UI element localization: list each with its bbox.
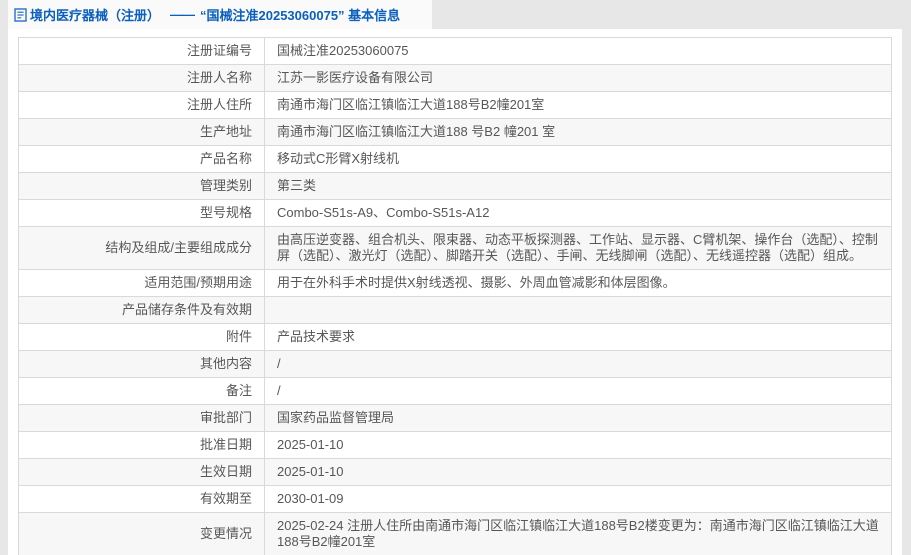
row-label-text: 审批部门 [200, 410, 252, 425]
row-label: 有效期至 [19, 486, 265, 513]
row-label-text: 结构及组成/主要组成成分 [105, 240, 252, 255]
table-row: 结构及组成/主要组成成分 由高压逆变器、组合机头、限束器、动态平板探测器、工作站… [19, 227, 892, 270]
row-label-text: 注册人住所 [187, 97, 252, 112]
row-label: 注册人住所 [19, 92, 265, 119]
table-row: 管理类别 第三类 [19, 173, 892, 200]
row-value: 江苏一影医疗设备有限公司 [265, 65, 892, 92]
row-label-text: 型号规格 [200, 205, 252, 220]
content-panel: 注册证编号 国械注准20253060075 注册人名称 江苏一影医疗设备有限公司… [8, 29, 902, 555]
row-label-text: 注册证编号 [187, 43, 252, 58]
row-value: Combo-S51s-A9、Combo-S51s-A12 [265, 200, 892, 227]
header-title: “国械注准20253060075” 基本信息 [200, 5, 400, 24]
document-icon [14, 8, 27, 22]
table-row: 产品名称 移动式C形臂X射线机 [19, 146, 892, 173]
row-label: 批准日期 [19, 432, 265, 459]
row-value: 南通市海门区临江镇临江大道188号B2幢201室 [265, 92, 892, 119]
table-row: 产品储存条件及有效期 [19, 297, 892, 324]
row-label-text: 管理类别 [200, 178, 252, 193]
row-value: 移动式C形臂X射线机 [265, 146, 892, 173]
row-label: 生效日期 [19, 459, 265, 486]
table-row: 审批部门 国家药品监督管理局 [19, 405, 892, 432]
row-value: 第三类 [265, 173, 892, 200]
row-value: / [265, 378, 892, 405]
table-row: 备注 / [19, 378, 892, 405]
row-label-text: 批准日期 [200, 437, 252, 452]
row-value: / [265, 351, 892, 378]
row-label-text: 生效日期 [200, 464, 252, 479]
row-label: 附件 [19, 324, 265, 351]
table-row: 变更情况 2025-02-24 注册人住所由南通市海门区临江镇临江大道188号B… [19, 513, 892, 555]
header-separator: —— [170, 7, 194, 22]
row-label-text: 注册人名称 [187, 70, 252, 85]
table-row: 型号规格 Combo-S51s-A9、Combo-S51s-A12 [19, 200, 892, 227]
row-label: 变更情况 [19, 513, 265, 555]
row-label: 型号规格 [19, 200, 265, 227]
row-label: 其他内容 [19, 351, 265, 378]
table-row: 有效期至 2030-01-09 [19, 486, 892, 513]
table-row: 生产地址 南通市海门区临江镇临江大道188 号B2 幢201 室 [19, 119, 892, 146]
row-label-text: 有效期至 [200, 491, 252, 506]
header-category: 境内医疗器械（注册） [30, 5, 160, 24]
table-row: 生效日期 2025-01-10 [19, 459, 892, 486]
row-label-text: 适用范围/预期用途 [144, 275, 252, 290]
table-row: 附件 产品技术要求 [19, 324, 892, 351]
page: 境内医疗器械（注册） —— “国械注准20253060075” 基本信息 注册证… [0, 0, 911, 555]
row-value: 国家药品监督管理局 [265, 405, 892, 432]
row-value [265, 297, 892, 324]
row-label: 生产地址 [19, 119, 265, 146]
row-label: 管理类别 [19, 173, 265, 200]
row-label-text: 其他内容 [200, 356, 252, 371]
row-label-text: 产品储存条件及有效期 [122, 302, 252, 317]
row-value: 由高压逆变器、组合机头、限束器、动态平板探测器、工作站、显示器、C臂机架、操作台… [265, 227, 892, 270]
table-row: 批准日期 2025-01-10 [19, 432, 892, 459]
row-value: 国械注准20253060075 [265, 38, 892, 65]
row-label: 适用范围/预期用途 [19, 270, 265, 297]
row-label-text: 变更情况 [200, 526, 252, 541]
header-bar: 境内医疗器械（注册） —— “国械注准20253060075” 基本信息 [8, 0, 432, 29]
row-label-text: 备注 [226, 383, 252, 398]
row-label: 备注 [19, 378, 265, 405]
row-value: 2025-01-10 [265, 459, 892, 486]
row-label: 注册证编号 [19, 38, 265, 65]
table-row: 注册证编号 国械注准20253060075 [19, 38, 892, 65]
row-label: 结构及组成/主要组成成分 [19, 227, 265, 270]
row-value: 2030-01-09 [265, 486, 892, 513]
table-row: 其他内容 / [19, 351, 892, 378]
row-value: 2025-02-24 注册人住所由南通市海门区临江镇临江大道188号B2楼变更为… [265, 513, 892, 555]
row-value: 南通市海门区临江镇临江大道188 号B2 幢201 室 [265, 119, 892, 146]
table-row: 注册人住所 南通市海门区临江镇临江大道188号B2幢201室 [19, 92, 892, 119]
row-value: 用于在外科手术时提供X射线透视、摄影、外周血管减影和体层图像。 [265, 270, 892, 297]
table-row: 适用范围/预期用途 用于在外科手术时提供X射线透视、摄影、外周血管减影和体层图像… [19, 270, 892, 297]
row-label-text: 产品名称 [200, 151, 252, 166]
row-label-text: 附件 [226, 329, 252, 344]
row-value: 2025-01-10 [265, 432, 892, 459]
row-value: 产品技术要求 [265, 324, 892, 351]
table-row: 注册人名称 江苏一影医疗设备有限公司 [19, 65, 892, 92]
row-label: 注册人名称 [19, 65, 265, 92]
info-table: 注册证编号 国械注准20253060075 注册人名称 江苏一影医疗设备有限公司… [18, 37, 892, 555]
row-label: 产品储存条件及有效期 [19, 297, 265, 324]
row-label: 审批部门 [19, 405, 265, 432]
row-label: 产品名称 [19, 146, 265, 173]
row-label-text: 生产地址 [200, 124, 252, 139]
